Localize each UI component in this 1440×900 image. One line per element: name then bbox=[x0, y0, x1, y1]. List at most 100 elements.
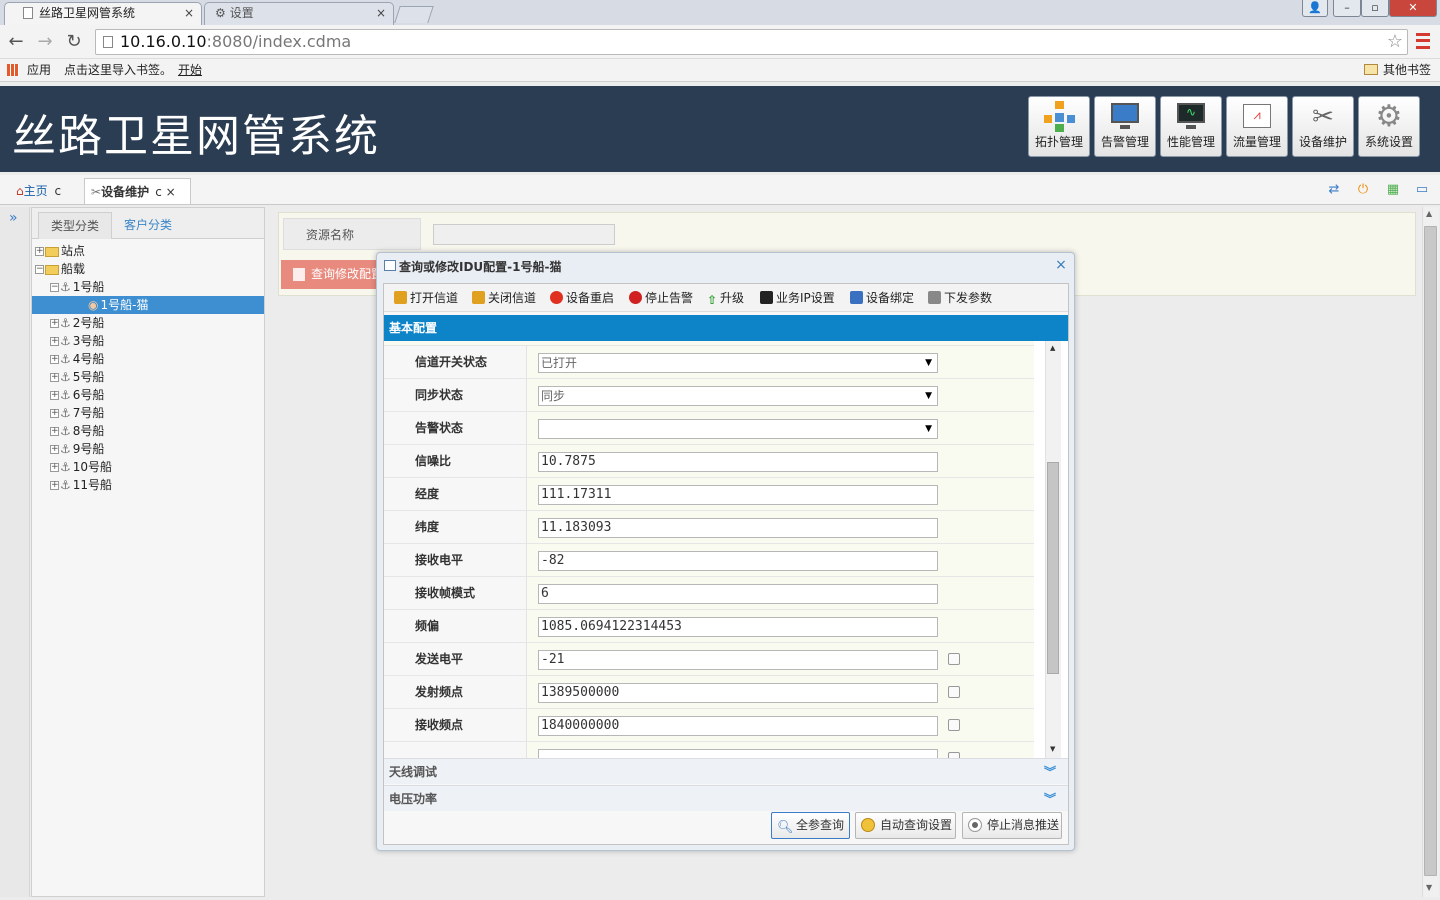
forward-icon[interactable]: → bbox=[32, 29, 58, 55]
dialog-close-icon[interactable]: × bbox=[1054, 257, 1068, 273]
power-icon[interactable]: ⏻ bbox=[1353, 180, 1373, 200]
page-scrollbar-thumb[interactable] bbox=[1424, 226, 1437, 876]
close-tab-icon[interactable]: × bbox=[184, 3, 194, 24]
scroll-down-icon[interactable]: ▼ bbox=[1050, 745, 1055, 753]
expand-sidebar-icon[interactable]: » bbox=[9, 210, 18, 226]
form-scrollbar-thumb[interactable] bbox=[1047, 462, 1059, 674]
field-input[interactable]: 1389500000 bbox=[538, 683, 938, 703]
device-maintenance-button[interactable]: ✂ 设备维护 bbox=[1292, 96, 1354, 157]
collapse-icon[interactable]: − bbox=[50, 283, 59, 292]
tree-node[interactable]: +⚓ 5号船 bbox=[32, 368, 264, 386]
scroll-up-icon[interactable]: ▲ bbox=[1426, 209, 1432, 218]
performance-management-button[interactable]: ∿ 性能管理 bbox=[1160, 96, 1222, 157]
dropdown-arrow-icon[interactable]: ▼ bbox=[925, 420, 932, 438]
expand-icon[interactable]: + bbox=[50, 481, 59, 490]
full-param-query-button[interactable]: 🔍︎ 全参查询 bbox=[771, 812, 850, 839]
tree-node[interactable]: +⚓ 7号船 bbox=[32, 404, 264, 422]
bookmark-start-link[interactable]: 开始 bbox=[178, 59, 202, 81]
bookmark-apps[interactable]: 应用 bbox=[27, 59, 51, 81]
tree-node[interactable]: +⚓ 10号船 bbox=[32, 458, 264, 476]
toolbar-item-lock[interactable]: 关闭信道 bbox=[472, 289, 536, 307]
expand-icon[interactable]: + bbox=[50, 337, 59, 346]
tree-node[interactable]: +⚓ 2号船 bbox=[32, 314, 264, 332]
expand-icon[interactable]: + bbox=[50, 427, 59, 436]
toolbar-item-terminal[interactable]: 业务IP设置 bbox=[760, 289, 835, 307]
tree-node[interactable]: +⚓ 6号船 bbox=[32, 386, 264, 404]
scroll-up-icon[interactable]: ▲ bbox=[1050, 344, 1055, 352]
tree-node[interactable]: +⚓ 8号船 bbox=[32, 422, 264, 440]
field-input[interactable]: 1085.0694122314453 bbox=[538, 617, 938, 637]
collapse-icon[interactable]: − bbox=[35, 265, 44, 274]
tree-node[interactable]: +⚓ 4号船 bbox=[32, 350, 264, 368]
expand-icon[interactable]: + bbox=[50, 391, 59, 400]
bookmark-other[interactable]: 其他书签 bbox=[1383, 59, 1431, 81]
field-select[interactable]: 已打开 ▼ bbox=[538, 353, 938, 373]
field-input[interactable]: 10.7875 bbox=[538, 452, 938, 472]
minimize-button[interactable]: – bbox=[1333, 0, 1361, 17]
tab-close-icon[interactable]: c × bbox=[155, 185, 175, 199]
section-voltage-power-header[interactable]: 电压功率 ︾ bbox=[384, 785, 1068, 811]
browser-tab-settings[interactable]: ⚙ 设置 × bbox=[204, 2, 394, 25]
tab-refresh-icon[interactable]: c bbox=[54, 184, 61, 198]
bookmark-import-hint[interactable]: 点击这里导入书签。 bbox=[64, 59, 172, 81]
field-checkbox[interactable] bbox=[948, 686, 960, 698]
expand-icon[interactable]: + bbox=[50, 463, 59, 472]
window-icon[interactable]: ▭ bbox=[1412, 180, 1432, 200]
maximize-button[interactable]: ▫ bbox=[1361, 0, 1389, 17]
back-icon[interactable]: ← bbox=[3, 29, 29, 55]
resource-name-input[interactable] bbox=[433, 224, 615, 245]
toolbar-item-pen[interactable]: 设备绑定 bbox=[850, 289, 914, 307]
query-modify-config-button[interactable]: 查询修改配置 bbox=[281, 260, 381, 289]
section-basic-config-header[interactable]: 基本配置 bbox=[384, 315, 1068, 341]
menu-icon[interactable] bbox=[1416, 33, 1430, 49]
dropdown-arrow-icon[interactable]: ▼ bbox=[925, 354, 932, 372]
tree-node[interactable]: −⚓ 1号船 bbox=[32, 278, 264, 296]
tree-node[interactable]: + 站点 bbox=[32, 242, 264, 260]
browser-tab-active[interactable]: 丝路卫星网管系统 × bbox=[4, 2, 202, 25]
field-select[interactable]: 同步 ▼ bbox=[538, 386, 938, 406]
toolbar-item-alert[interactable]: 停止告警 bbox=[629, 289, 693, 307]
user-switch-icon[interactable]: ⇄ bbox=[1324, 180, 1344, 200]
tree-node[interactable]: +⚓ 11号船 bbox=[32, 476, 264, 494]
address-bar[interactable]: 10.16.0.10:8080/index.cdma ☆ bbox=[95, 29, 1408, 55]
tab-type-category[interactable]: 类型分类 bbox=[38, 212, 113, 239]
auto-query-settings-button[interactable]: 自动查询设置 bbox=[855, 812, 956, 839]
expand-icon[interactable]: + bbox=[50, 373, 59, 382]
field-select[interactable]: ▼ bbox=[538, 419, 938, 439]
star-icon[interactable]: ☆ bbox=[1387, 30, 1403, 54]
dropdown-arrow-icon[interactable]: ▼ bbox=[925, 387, 932, 405]
reload-icon[interactable]: ↻ bbox=[61, 29, 87, 55]
alarm-management-button[interactable]: 告警管理 bbox=[1094, 96, 1156, 157]
traffic-management-button[interactable]: ⩘ 流量管理 bbox=[1226, 96, 1288, 157]
tab-home[interactable]: ⌂主页 c bbox=[10, 178, 67, 204]
user-icon[interactable]: 👤 bbox=[1302, 0, 1328, 17]
system-settings-button[interactable]: ⚙ 系统设置 bbox=[1358, 96, 1420, 157]
toolbar-item-gear[interactable]: 下发参数 bbox=[928, 289, 992, 307]
field-input[interactable]: 11.183093 bbox=[538, 518, 938, 538]
expand-icon[interactable]: + bbox=[35, 247, 44, 256]
grid-icon[interactable]: ▦ bbox=[1383, 180, 1403, 200]
field-input[interactable] bbox=[538, 749, 938, 758]
close-window-button[interactable]: ✕ bbox=[1389, 0, 1437, 17]
section-antenna-debug-header[interactable]: 天线调试 ︾ bbox=[384, 758, 1068, 784]
close-tab-icon[interactable]: × bbox=[376, 3, 386, 24]
toolbar-item-arrow-up[interactable]: ⇧ 升级 bbox=[707, 289, 744, 307]
topology-management-button[interactable]: 拓扑管理 bbox=[1028, 96, 1090, 157]
toolbar-item-red-dot[interactable]: 设备重启 bbox=[550, 289, 614, 307]
expand-icon[interactable]: + bbox=[50, 355, 59, 364]
stop-message-push-button[interactable]: 停止消息推送 bbox=[962, 812, 1062, 839]
field-input[interactable]: 1840000000 bbox=[538, 716, 938, 736]
expand-icon[interactable]: + bbox=[50, 409, 59, 418]
tree-node-selected[interactable]: ◉ 1号船-猫 bbox=[32, 296, 264, 314]
toolbar-item-lock-open[interactable]: 打开信道 bbox=[394, 289, 458, 307]
expand-icon[interactable]: + bbox=[50, 319, 59, 328]
field-input[interactable]: -82 bbox=[538, 551, 938, 571]
tab-customer-category[interactable]: 客户分类 bbox=[112, 212, 184, 239]
field-input[interactable]: -21 bbox=[538, 650, 938, 670]
field-input[interactable]: 6 bbox=[538, 584, 938, 604]
field-checkbox[interactable] bbox=[948, 719, 960, 731]
expand-icon[interactable]: + bbox=[50, 445, 59, 454]
scroll-down-icon[interactable]: ▼ bbox=[1426, 883, 1432, 892]
tab-device-maintenance[interactable]: ✂设备维护 c × bbox=[84, 178, 191, 204]
field-input[interactable]: 111.17311 bbox=[538, 485, 938, 505]
